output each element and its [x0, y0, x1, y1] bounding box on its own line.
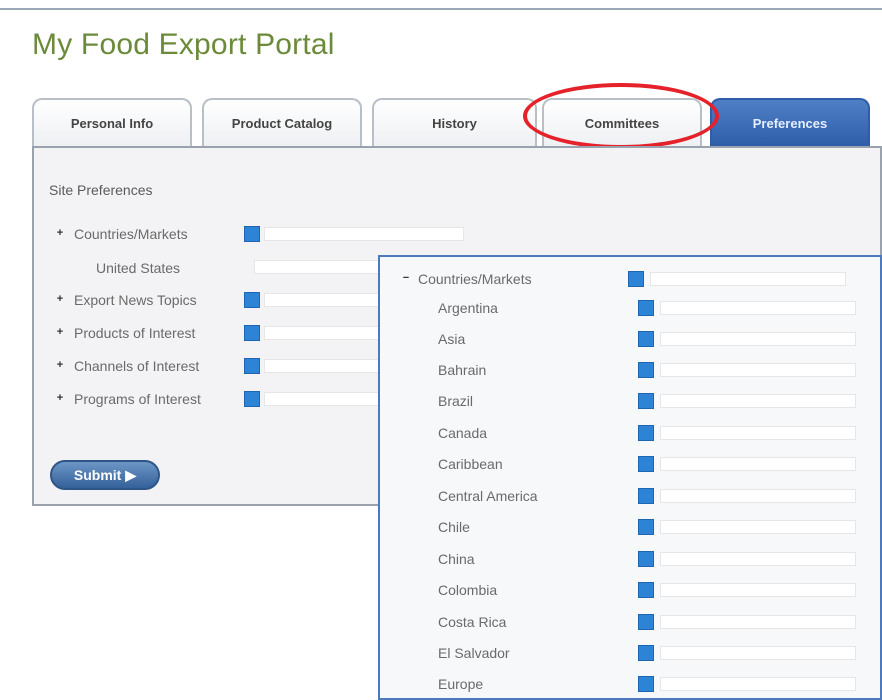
country-row-caribbean: Caribbean	[438, 453, 856, 475]
pref-label: Countries/Markets	[74, 226, 188, 242]
country-label: Brazil	[438, 393, 474, 409]
country-checkbox[interactable]	[638, 614, 654, 630]
country-bar	[660, 615, 856, 629]
country-row-argentina: Argentina	[438, 297, 856, 319]
section-heading: Site Preferences	[49, 182, 153, 198]
country-row-canada: Canada	[438, 422, 856, 444]
country-label: Europe	[438, 676, 484, 692]
expand-icon[interactable]: +	[54, 327, 66, 339]
country-label: Asia	[438, 331, 466, 347]
pref-checkbox[interactable]	[244, 358, 260, 374]
country-bar	[660, 646, 856, 660]
country-row-central-america: Central America	[438, 485, 856, 507]
top-rule	[0, 8, 882, 10]
pref-row-countries: + Countries/Markets	[54, 222, 464, 246]
collapse-icon[interactable]: −	[400, 273, 412, 285]
country-row-asia: Asia	[438, 328, 856, 350]
country-checkbox[interactable]	[638, 456, 654, 472]
country-row-bahrain: Bahrain	[438, 359, 856, 381]
country-label: Costa Rica	[438, 614, 507, 630]
country-label: El Salvador	[438, 645, 510, 661]
country-row-costa-rica: Costa Rica	[438, 611, 856, 633]
tab-personal-info[interactable]: Personal Info	[32, 98, 192, 146]
country-row-europe: Europe	[438, 673, 856, 695]
pref-label: Products of Interest	[74, 325, 196, 341]
expand-icon[interactable]: +	[54, 393, 66, 405]
country-row-el-salvador: El Salvador	[438, 642, 856, 664]
popup-header: − Countries/Markets	[400, 267, 846, 291]
country-label: Argentina	[438, 300, 498, 316]
country-bar	[660, 457, 856, 471]
country-bar	[660, 520, 856, 534]
tab-preferences[interactable]: Preferences	[710, 98, 870, 146]
countries-popup: − Countries/Markets Argentina Asia Bahra…	[378, 255, 882, 700]
country-row-chile: Chile	[438, 516, 856, 538]
tab-history[interactable]: History	[372, 98, 537, 146]
country-checkbox[interactable]	[638, 488, 654, 504]
selected-country-label: United States	[96, 260, 181, 276]
country-label: Bahrain	[438, 362, 487, 378]
popup-header-label: Countries/Markets	[418, 271, 532, 287]
country-bar	[660, 583, 856, 597]
tab-product-catalog[interactable]: Product Catalog	[202, 98, 362, 146]
pref-bar	[264, 227, 464, 241]
country-checkbox[interactable]	[638, 519, 654, 535]
expand-icon[interactable]: +	[54, 228, 66, 240]
popup-header-bar	[650, 272, 846, 286]
pref-checkbox[interactable]	[244, 292, 260, 308]
submit-label: Submit	[73, 467, 122, 483]
pref-checkbox[interactable]	[244, 226, 260, 242]
tab-bar: Personal Info Product Catalog History Co…	[32, 98, 882, 146]
country-label: Colombia	[438, 582, 498, 598]
country-label: Central America	[438, 488, 538, 504]
country-row-china: China	[438, 548, 856, 570]
country-row-colombia: Colombia	[438, 579, 856, 601]
country-bar	[660, 301, 856, 315]
country-label: Chile	[438, 519, 470, 535]
play-arrow-icon: ▶	[125, 466, 137, 483]
pref-label: Export News Topics	[74, 292, 197, 308]
country-checkbox[interactable]	[638, 645, 654, 661]
country-bar	[660, 363, 856, 377]
pref-label: Programs of Interest	[74, 391, 201, 407]
page-title: My Food Export Portal	[32, 28, 335, 61]
country-checkbox[interactable]	[638, 331, 654, 347]
country-row-brazil: Brazil	[438, 390, 856, 412]
country-bar	[660, 332, 856, 346]
country-checkbox[interactable]	[638, 676, 654, 692]
pref-label: Channels of Interest	[74, 358, 200, 374]
country-bar	[660, 426, 856, 440]
country-checkbox[interactable]	[638, 582, 654, 598]
pref-checkbox[interactable]	[244, 325, 260, 341]
country-checkbox[interactable]	[638, 425, 654, 441]
submit-button[interactable]: Submit ▶	[50, 460, 160, 490]
pref-checkbox[interactable]	[244, 391, 260, 407]
country-checkbox[interactable]	[638, 300, 654, 316]
country-checkbox[interactable]	[638, 362, 654, 378]
country-bar	[660, 677, 856, 691]
popup-header-checkbox[interactable]	[628, 271, 644, 287]
country-label: Canada	[438, 425, 488, 441]
country-label: China	[438, 551, 475, 567]
country-bar	[660, 394, 856, 408]
expand-icon[interactable]: +	[54, 294, 66, 306]
tab-committees[interactable]: Committees	[542, 98, 702, 146]
expand-icon[interactable]: +	[54, 360, 66, 372]
country-checkbox[interactable]	[638, 551, 654, 567]
country-bar	[660, 489, 856, 503]
country-bar	[660, 552, 856, 566]
country-checkbox[interactable]	[638, 393, 654, 409]
country-label: Caribbean	[438, 456, 503, 472]
